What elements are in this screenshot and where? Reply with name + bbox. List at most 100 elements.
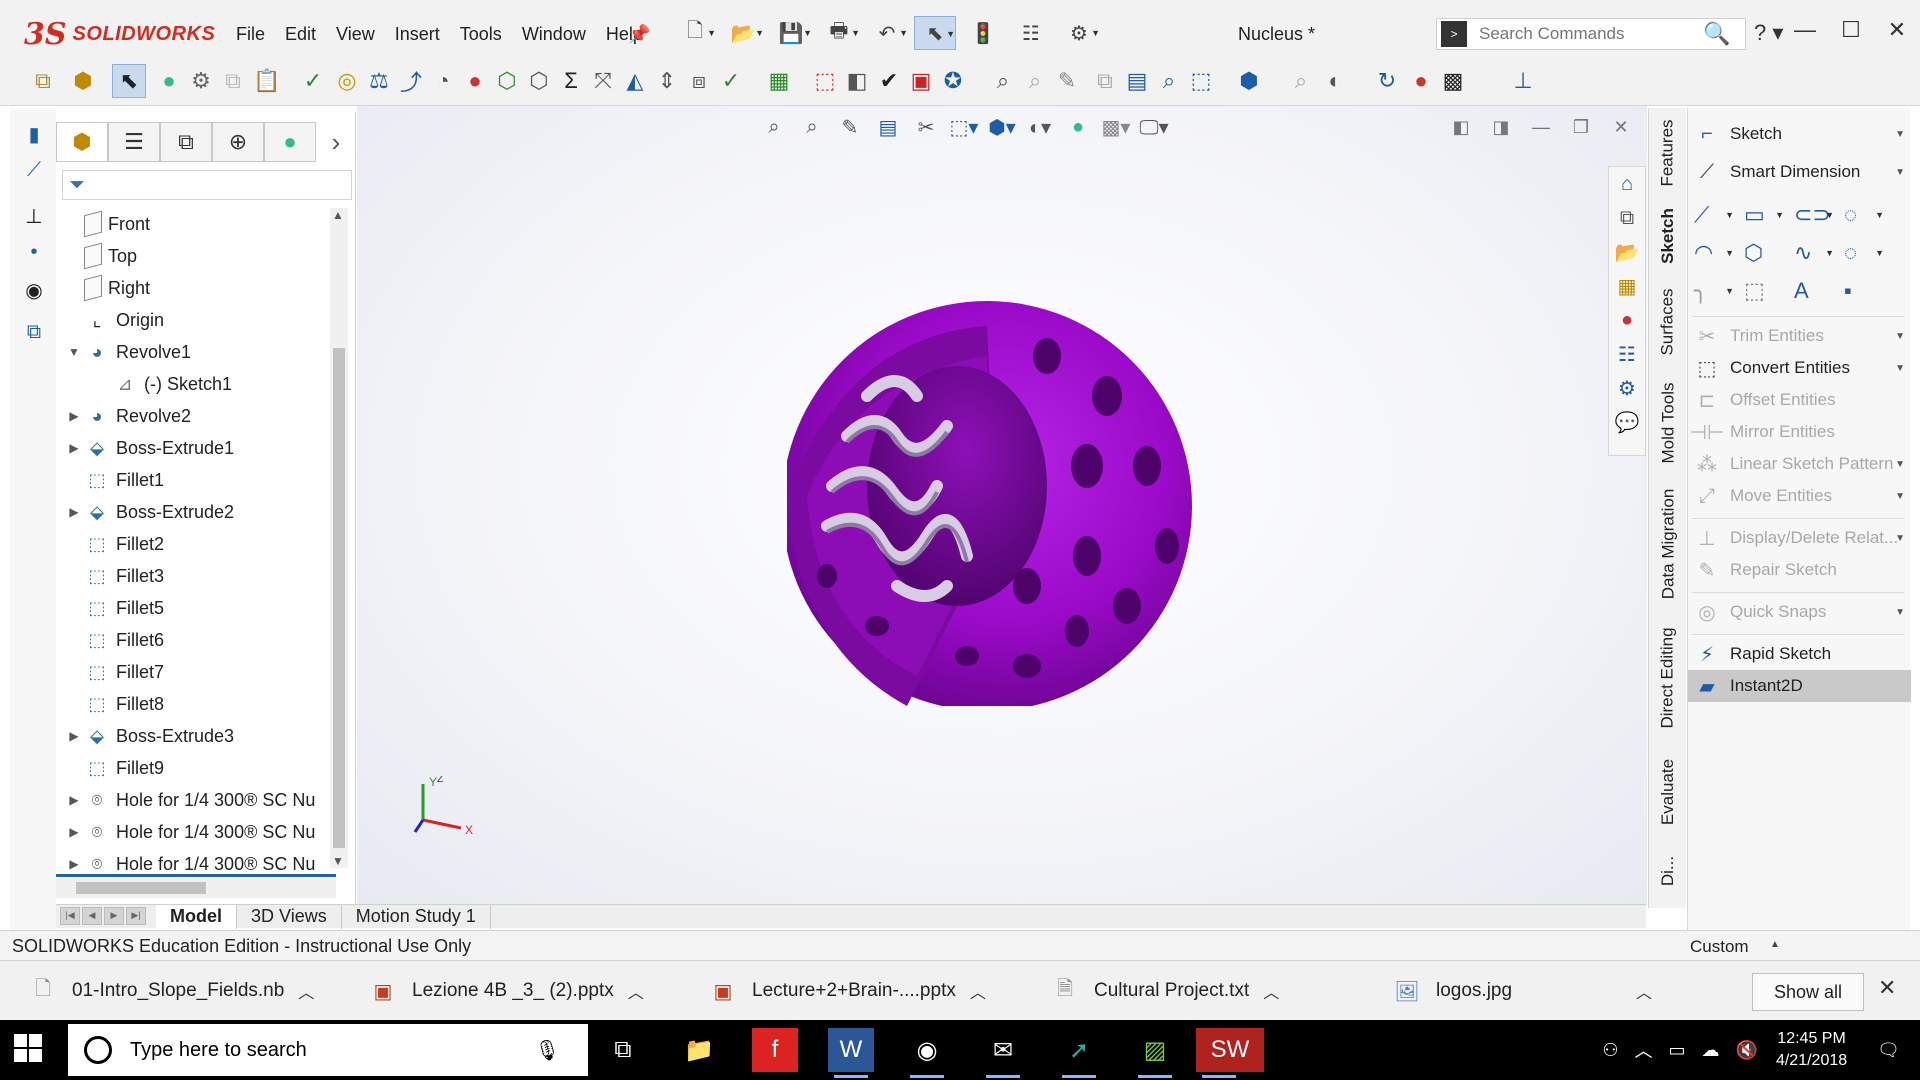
tree-item[interactable]: ⬚ Fillet1 (56, 464, 326, 496)
section-view-icon[interactable]: ▤ (871, 110, 905, 144)
plane-tool-icon[interactable]: ▮ (20, 120, 48, 148)
costing-icon[interactable]: ✪ (936, 64, 970, 98)
tree-item[interactable]: ▼ ◕ Revolve1 (56, 336, 326, 368)
ellipse-icon[interactable]: ◌ ▼ (1844, 238, 1888, 268)
last-tab-icon[interactable]: ▶| (126, 906, 146, 925)
geometry-analysis-icon[interactable]: ⬡ (522, 64, 556, 98)
select-button[interactable]: ⬉ ▼ (914, 16, 956, 50)
design-library-icon[interactable]: ⧉ (1609, 201, 1645, 235)
polygon-icon[interactable]: ⬡ (1744, 238, 1788, 268)
file-explorer-icon[interactable]: 📂 (1609, 235, 1645, 269)
options-icon[interactable]: ⚙ (184, 64, 218, 98)
scroll-down-icon[interactable]: ▼ (332, 854, 344, 868)
clock[interactable]: 12:45 PM 4/21/2018 (1776, 1028, 1847, 1072)
expander-icon[interactable]: ▶ (64, 505, 84, 519)
menu-window[interactable]: Window (512, 18, 596, 51)
viewport-split-right-icon[interactable]: ◨ (1485, 112, 1517, 142)
tab-surfaces[interactable]: Surfaces (1649, 274, 1687, 370)
linear-sketch-pattern-button[interactable]: ⁂ Linear Sketch Pattern ▼ (1688, 448, 1911, 480)
offset-entities-button[interactable]: ⊏ Offset Entities (1688, 384, 1911, 416)
tree-item[interactable]: ▶ ⬙ Boss-Extrude3 (56, 720, 326, 752)
part-icon[interactable]: ⬢ (66, 64, 100, 98)
menu-edit[interactable]: Edit (275, 18, 326, 51)
tab-dimxpert[interactable]: Di... (1649, 846, 1687, 896)
menu-tools[interactable]: Tools (450, 18, 512, 51)
display-delete-relations-button[interactable]: ⊥ Display/Delete Relat... ▼ (1688, 522, 1911, 554)
thickness-icon[interactable]: ⧈ (682, 64, 716, 98)
feature-tree-hscrollbar[interactable] (56, 878, 336, 898)
people-icon[interactable]: ⚇ (1602, 1040, 1618, 1061)
help-icon[interactable]: ? ▾ (1754, 20, 1783, 46)
design-check-icon[interactable]: ⬚ (808, 64, 842, 98)
menu-file[interactable]: File (226, 18, 275, 51)
tree-item[interactable]: ▶ ⬙ Boss-Extrude2 (56, 496, 326, 528)
arc-icon[interactable]: ◠ ▼ (1694, 238, 1738, 268)
word-icon[interactable]: W (828, 1028, 874, 1078)
undo-button[interactable]: ↶ ▼ (866, 16, 908, 50)
copy-icon[interactable]: ⧉ (216, 64, 250, 98)
new-document-button[interactable]: 🗋 ▼ (674, 16, 716, 50)
tab-features[interactable]: Features (1649, 108, 1687, 198)
tree-item[interactable]: ⬚ Fillet2 (56, 528, 326, 560)
chevron-up-icon[interactable]: ︿ (628, 979, 644, 1003)
previous-view-icon[interactable]: ✎ (833, 110, 867, 144)
expander-icon[interactable]: ▶ (64, 441, 84, 455)
tree-item[interactable]: ⬚ Fillet3 (56, 560, 326, 592)
file-explorer-icon[interactable]: 📁 (676, 1028, 722, 1072)
expander-icon[interactable]: ▶ (64, 409, 84, 423)
view-settings-icon[interactable]: 🖵▾ (1137, 110, 1171, 144)
close-icon[interactable]: ✕ (1878, 975, 1896, 1001)
download-item[interactable]: ▣ Lezione 4B _3_ (2).pptx ︿ (370, 961, 644, 1021)
point-icon[interactable]: ▪ (1844, 276, 1888, 306)
tab-direct-editing[interactable]: Direct Editing (1649, 616, 1687, 740)
tree-item[interactable]: ⬚ Fillet9 (56, 752, 326, 784)
axis-tool-icon[interactable]: ⟋ (20, 156, 48, 184)
pin-icon[interactable]: 📌 (628, 24, 650, 44)
rectangle-icon[interactable]: ▭ ▼ (1744, 200, 1788, 230)
smart-dimension-button[interactable]: ⟋ Smart Dimension ▼ (1688, 156, 1911, 188)
tree-item[interactable]: Front (56, 208, 326, 240)
tab-sketch[interactable]: Sketch (1649, 200, 1687, 272)
circle-icon[interactable]: ◌ ▼ (1844, 200, 1888, 230)
search-commands-box[interactable]: > 🔍 (1436, 18, 1746, 50)
tree-item[interactable]: ▶ ◕ Revolve2 (56, 400, 326, 432)
chevron-up-icon[interactable]: ▲ (1770, 939, 1780, 950)
assembly-icon[interactable]: ⧉ (26, 64, 60, 98)
rapid-sketch-button[interactable]: ⚡ Rapid Sketch (1688, 638, 1911, 670)
measure-icon[interactable]: ◎ (330, 64, 364, 98)
tree-item[interactable]: Right (56, 272, 326, 304)
mail-icon[interactable]: ✉ (980, 1028, 1026, 1078)
sketch-button[interactable]: ⌐ Sketch ▼ (1688, 118, 1911, 150)
dimxpert-manager-tab[interactable]: ⊕ (212, 122, 264, 162)
view-orientation-icon[interactable]: ⬚▾ (947, 110, 981, 144)
chevron-up-icon[interactable]: ︿ (1635, 1037, 1653, 1063)
tree-item[interactable]: ▶ ⬙ Boss-Extrude1 (56, 432, 326, 464)
scroll-up-icon[interactable]: ▲ (332, 208, 344, 222)
line-icon[interactable]: ⟋ ▼ (1694, 200, 1738, 230)
zoom-area-icon[interactable]: ⌕ (1018, 64, 1052, 98)
tab-3d-views[interactable]: 3D Views (237, 904, 342, 929)
zoom-area-icon[interactable]: ⌕ (795, 110, 829, 144)
checkmark-icon[interactable]: ✔ (872, 64, 906, 98)
mass-properties-icon[interactable]: ⚖ (362, 64, 396, 98)
center-of-mass-icon[interactable]: ◉ (20, 276, 48, 304)
chevron-up-icon[interactable]: ︿ (970, 979, 986, 1003)
mate-reference-icon[interactable]: ⧉ (20, 318, 48, 346)
zoom-to-fit-icon[interactable]: ⌕ (757, 110, 791, 144)
tab-mold-tools[interactable]: Mold Tools (1649, 372, 1687, 474)
spline-icon[interactable]: ∿ ▼ (1794, 238, 1838, 268)
display-style-icon[interactable]: ⬢▾ (985, 110, 1019, 144)
tab-evaluate[interactable]: Evaluate (1649, 744, 1687, 840)
table-icon[interactable]: ▦ (762, 64, 796, 98)
select-tool-icon[interactable]: ⬉ (112, 64, 146, 98)
options-gear-icon[interactable]: ⚙ ▼ (1058, 16, 1100, 50)
appearance-icon[interactable]: ● (152, 64, 186, 98)
chevron-right-icon[interactable]: › (316, 122, 356, 162)
volume-icon[interactable]: 🔇 (1736, 1040, 1758, 1061)
instant2d-button[interactable]: ▰ Instant2D (1688, 670, 1911, 702)
solidworks-resources-icon[interactable]: ⚙ (1609, 371, 1645, 405)
driveworks-icon[interactable]: ▣ (904, 64, 938, 98)
dynamic-annotation-icon[interactable]: ✂ (909, 110, 943, 144)
tab-data-migration[interactable]: Data Migration (1649, 476, 1687, 612)
repair-sketch-button[interactable]: ✎ Repair Sketch (1688, 554, 1911, 586)
